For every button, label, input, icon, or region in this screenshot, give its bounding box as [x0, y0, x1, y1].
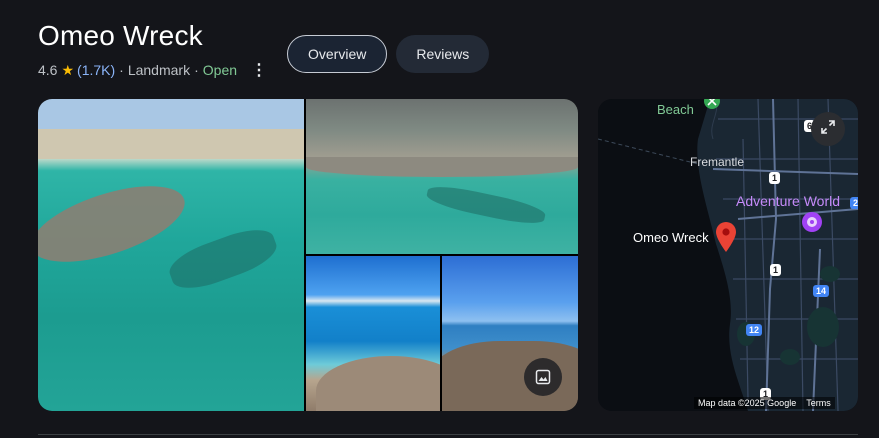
map-attribution: Map data ©2025 Google Terms [694, 397, 835, 409]
route-shield: 2 [850, 197, 858, 209]
attraction-marker-icon[interactable] [801, 211, 823, 238]
tab-reviews[interactable]: Reviews [396, 35, 490, 73]
photo-gallery [38, 99, 578, 411]
park-marker-icon [703, 99, 721, 115]
route-shield: 14 [813, 285, 830, 297]
place-meta: 4.6 ★ (1.7K) · Landmark · Open ⋮ [38, 60, 267, 80]
terms-link[interactable]: Terms [806, 398, 831, 408]
view-photos-button[interactable] [524, 358, 562, 396]
map-label-fremantle: Fremantle [690, 155, 745, 169]
image-icon [535, 369, 551, 385]
section-divider [38, 434, 858, 435]
wreck-shadow [164, 221, 282, 297]
map-preview[interactable]: Beach Fremantle Adventure World Omeo Wre… [598, 99, 858, 411]
rocks-sea-photo[interactable] [306, 256, 440, 411]
map-data-credit: Map data ©2025 Google [698, 398, 797, 408]
aerial-harbour-photo[interactable] [306, 99, 578, 254]
separator: · [194, 62, 199, 78]
separator: · [119, 62, 124, 78]
map-label-leighton-beach: Beach [657, 102, 694, 117]
open-status: Open [202, 62, 238, 78]
foreground-rocks [316, 356, 440, 411]
aerial-beach-photo[interactable] [38, 99, 304, 411]
breakwater-rocks [38, 170, 194, 278]
route-shield: 1 [770, 264, 782, 276]
map-label-place: Omeo Wreck [633, 230, 709, 245]
category-label: Landmark [127, 62, 191, 78]
route-shield: 1 [769, 172, 781, 184]
expand-map-button[interactable] [811, 112, 845, 146]
rating-value: 4.6 [38, 62, 58, 78]
tab-overview[interactable]: Overview [287, 35, 388, 73]
sea-wall [306, 157, 578, 177]
place-title: Omeo Wreck [38, 20, 203, 51]
fullscreen-icon [821, 119, 835, 139]
location-pin-icon[interactable] [715, 221, 737, 258]
more-vert-icon[interactable]: ⋮ [251, 60, 267, 80]
review-count-link[interactable]: (1.7K) [77, 62, 115, 78]
wreck-shadow [425, 181, 547, 229]
shoreline [38, 129, 304, 159]
route-shield: 12 [746, 324, 763, 336]
map-label-adventure-world[interactable]: Adventure World [736, 193, 840, 209]
star-icon: ★ [61, 61, 75, 78]
tab-bar: Overview Reviews [287, 35, 490, 73]
